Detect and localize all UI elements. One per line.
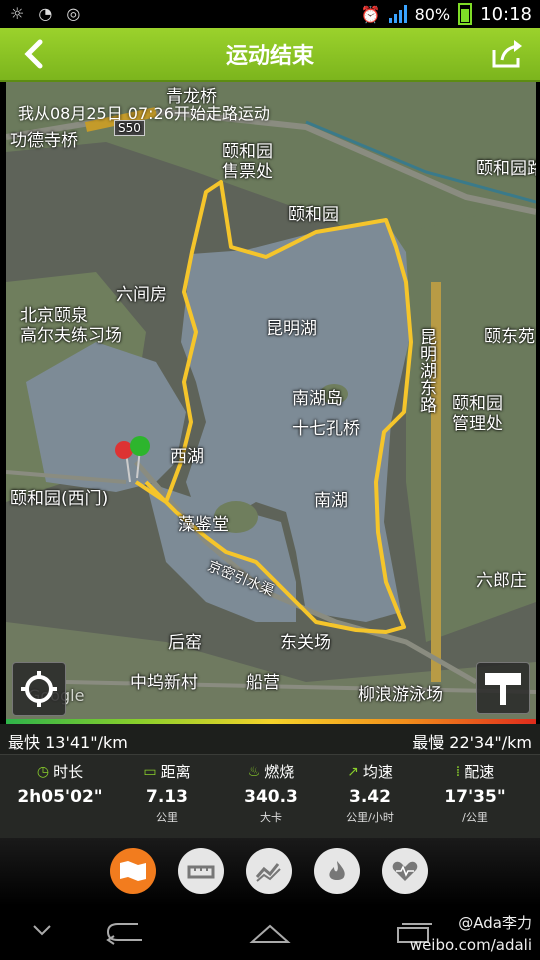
heart-icon: [392, 861, 418, 881]
share-button[interactable]: [486, 36, 526, 72]
stats-panel: ◷ 时长 2h05'02" ▭ 距离 7.13 公里 ♨ 燃烧 340.3 大卡 ↗ 均…: [0, 754, 540, 839]
footprint-icon: ⁞: [455, 763, 461, 780]
map-label-summer-palace-road: 颐和园路: [476, 159, 536, 179]
tab-calories[interactable]: [314, 848, 360, 894]
locate-button[interactable]: [12, 662, 66, 716]
stat-unit: /公里: [462, 811, 488, 824]
app-header: 运动结束: [0, 28, 540, 82]
watermark-url: weibo.com/adali: [409, 936, 532, 954]
stat-label: 配速: [464, 763, 495, 781]
stat-value: 7.13: [146, 787, 188, 807]
stat-distance: ▭ 距离 7.13 公里: [117, 761, 217, 825]
map-label-nanhudao: 南湖岛: [292, 389, 343, 409]
map-label-kunming-lake: 昆明湖: [266, 319, 317, 339]
map-icon: [120, 861, 146, 881]
map-label-gongdesi: 功德寺桥: [10, 131, 78, 151]
stat-label: 距离: [160, 763, 191, 781]
map-label-chuanying: 船营: [246, 673, 280, 693]
chart-icon: [255, 863, 281, 882]
map-label-admin: 颐和园 管理处: [452, 394, 503, 434]
page-title: 运动结束: [225, 44, 314, 69]
tab-speed-chart[interactable]: [246, 848, 292, 894]
map-label-liulang-swim: 柳浪游泳场: [358, 685, 443, 705]
weibo-watermark: @Ada李力 weibo.com/adali: [410, 912, 532, 956]
chevron-down-icon: [33, 925, 51, 936]
stat-label: 均速: [362, 763, 393, 781]
map-label-seventeen-arch: 十七孔桥: [292, 419, 360, 439]
map-label-dongguanchang: 东关场: [280, 633, 331, 653]
stat-unit: 大卡: [260, 811, 282, 824]
map-label-houying: 后窑: [168, 633, 202, 653]
stat-unit: 公里/小时: [346, 811, 394, 824]
fastest-pace: 最快 13'41"/km: [8, 733, 128, 752]
signal-icon: [388, 5, 407, 23]
clock-icon: ◷: [36, 763, 50, 780]
trend-icon: ↗: [347, 763, 359, 780]
sync-notification-icon: ◎: [66, 4, 81, 23]
alarm-icon: ⏰: [360, 4, 381, 24]
back-arrow-icon: [106, 923, 142, 945]
tab-map[interactable]: [110, 848, 156, 894]
stat-value: 17'35": [444, 787, 506, 807]
settings-notification-icon: ☼: [10, 4, 25, 23]
stat-value: 340.3: [244, 787, 298, 807]
nav-back-button[interactable]: [104, 918, 148, 950]
ruler-icon: ▭: [143, 763, 157, 780]
stat-value: 3.42: [349, 787, 391, 807]
map-label-kunming-road: 昆明湖东路: [416, 328, 436, 413]
stat-value: 2h05'02": [17, 787, 103, 807]
home-icon: [249, 924, 291, 943]
map-label-summer-palace: 颐和园: [288, 205, 339, 225]
ruler-icon: [187, 865, 215, 879]
status-bar: ☼ ◔ ◎ ⏰ 80% 10:18: [0, 0, 540, 28]
flame-icon: [329, 861, 345, 880]
battery-percent: 80%: [414, 4, 451, 24]
map-label-zaojiantang: 藻鉴堂: [178, 515, 229, 535]
watermark-user: @Ada李力: [458, 914, 532, 932]
map-label-xihu: 西湖: [170, 447, 204, 467]
stat-label: 时长: [53, 763, 84, 781]
map-label-west-gate: 颐和园(西门): [10, 489, 109, 509]
stat-calories: ♨ 燃烧 340.3 大卡: [221, 761, 321, 825]
stat-unit: 公里: [156, 811, 178, 824]
map-label-zhongwu: 中坞新村: [130, 673, 198, 693]
speed-range: 最快 13'41"/km 最慢 22'34"/km: [0, 724, 540, 754]
tab-splits[interactable]: [178, 848, 224, 894]
map-label-nanhu: 南湖: [314, 491, 348, 511]
stat-avg-speed: ↗ 均速 3.42 公里/小时: [320, 761, 420, 825]
flame-icon: ♨: [247, 763, 261, 780]
slowest-pace: 最慢 22'34"/km: [412, 733, 532, 752]
route-map[interactable]: 我从08月25日 07:26开始走路运动 青龙桥 功德寺桥 S50 颐和园 售票…: [6, 82, 536, 720]
map-label-golf: 北京颐泉 高尔夫练习场: [20, 306, 122, 346]
map-label-s50: S50: [114, 120, 145, 136]
stat-pace: ⁞ 配速 17'35" /公里: [425, 761, 525, 825]
map-label-yidong: 颐东苑: [484, 327, 535, 347]
signpost-icon: [485, 673, 521, 705]
map-label-liujianfang: 六间房: [116, 285, 167, 305]
map-label-liulangzhuang: 六郎庄: [476, 571, 527, 591]
bottom-tab-bar: [0, 838, 540, 906]
nav-home-button[interactable]: [248, 918, 292, 950]
share-icon: [492, 40, 522, 68]
map-type-button[interactable]: [476, 662, 530, 714]
map-label-ticket-office: 颐和园 售票处: [222, 142, 273, 182]
wifi-notification-icon: ◔: [38, 4, 53, 23]
battery-icon: [458, 3, 473, 25]
stat-duration: ◷ 时长 2h05'02": [10, 761, 110, 809]
clock: 10:18: [480, 3, 532, 25]
crosshair-icon: [21, 671, 57, 707]
map-label-qinglongqiao: 青龙桥: [166, 87, 217, 107]
stat-label: 燃烧: [264, 763, 295, 781]
menu-down-button[interactable]: [30, 918, 54, 946]
tab-heart-rate[interactable]: [382, 848, 428, 894]
